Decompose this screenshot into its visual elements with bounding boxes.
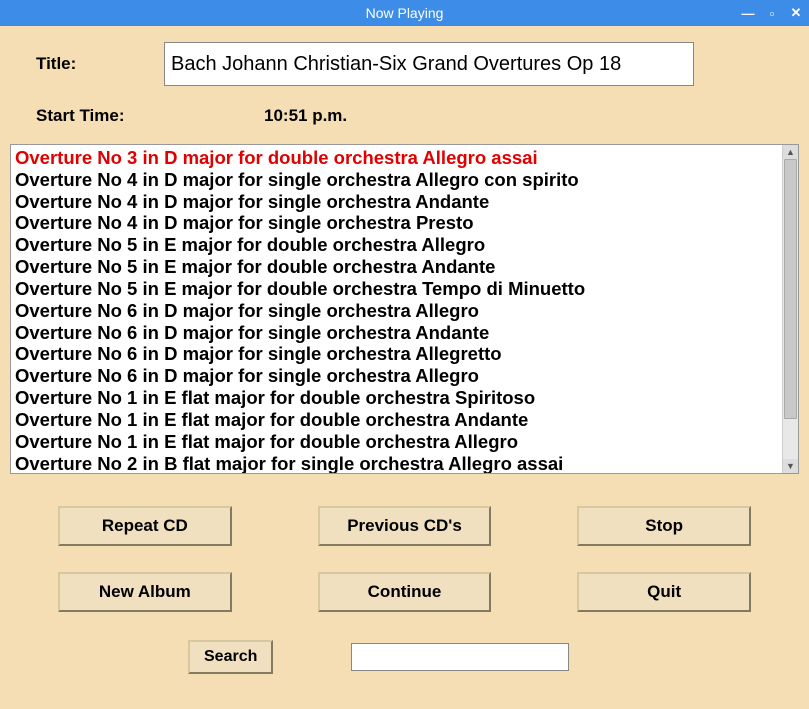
scroll-down-icon[interactable]: ▼ (783, 459, 798, 473)
scroll-up-icon[interactable]: ▲ (783, 145, 798, 159)
quit-button[interactable]: Quit (577, 572, 751, 612)
track-item[interactable]: Overture No 4 in D major for single orch… (13, 212, 780, 234)
track-item[interactable]: Overture No 4 in D major for single orch… (13, 191, 780, 213)
minimize-icon[interactable]: — (741, 6, 755, 20)
track-item[interactable]: Overture No 2 in B flat major for single… (13, 453, 780, 473)
title-label: Title: (36, 54, 164, 74)
search-button[interactable]: Search (188, 640, 273, 674)
track-item[interactable]: Overture No 5 in E major for double orch… (13, 278, 780, 300)
window-title: Now Playing (366, 5, 444, 21)
track-item[interactable]: Overture No 5 in E major for double orch… (13, 234, 780, 256)
track-list: Overture No 3 in D major for double orch… (10, 144, 799, 474)
stop-button[interactable]: Stop (577, 506, 751, 546)
new-album-button[interactable]: New Album (58, 572, 232, 612)
track-item[interactable]: Overture No 3 in D major for double orch… (13, 147, 780, 169)
window-titlebar: Now Playing — ▫ ✕ (0, 0, 809, 26)
track-item[interactable]: Overture No 6 in D major for single orch… (13, 300, 780, 322)
close-icon[interactable]: ✕ (789, 6, 803, 20)
start-time-label: Start Time: (36, 106, 164, 126)
track-item[interactable]: Overture No 1 in E flat major for double… (13, 387, 780, 409)
search-input[interactable] (351, 643, 569, 671)
continue-button[interactable]: Continue (318, 572, 492, 612)
track-item[interactable]: Overture No 6 in D major for single orch… (13, 322, 780, 344)
track-item[interactable]: Overture No 6 in D major for single orch… (13, 365, 780, 387)
track-item[interactable]: Overture No 5 in E major for double orch… (13, 256, 780, 278)
scrollbar[interactable]: ▲ ▼ (782, 145, 798, 473)
track-item[interactable]: Overture No 1 in E flat major for double… (13, 431, 780, 453)
repeat-cd-button[interactable]: Repeat CD (58, 506, 232, 546)
previous-cds-button[interactable]: Previous CD's (318, 506, 492, 546)
title-input[interactable] (164, 42, 694, 86)
track-item[interactable]: Overture No 1 in E flat major for double… (13, 409, 780, 431)
scroll-thumb[interactable] (784, 159, 797, 419)
track-item[interactable]: Overture No 6 in D major for single orch… (13, 343, 780, 365)
track-item[interactable]: Overture No 4 in D major for single orch… (13, 169, 780, 191)
start-time-value: 10:51 p.m. (264, 106, 347, 126)
maximize-icon[interactable]: ▫ (765, 6, 779, 20)
